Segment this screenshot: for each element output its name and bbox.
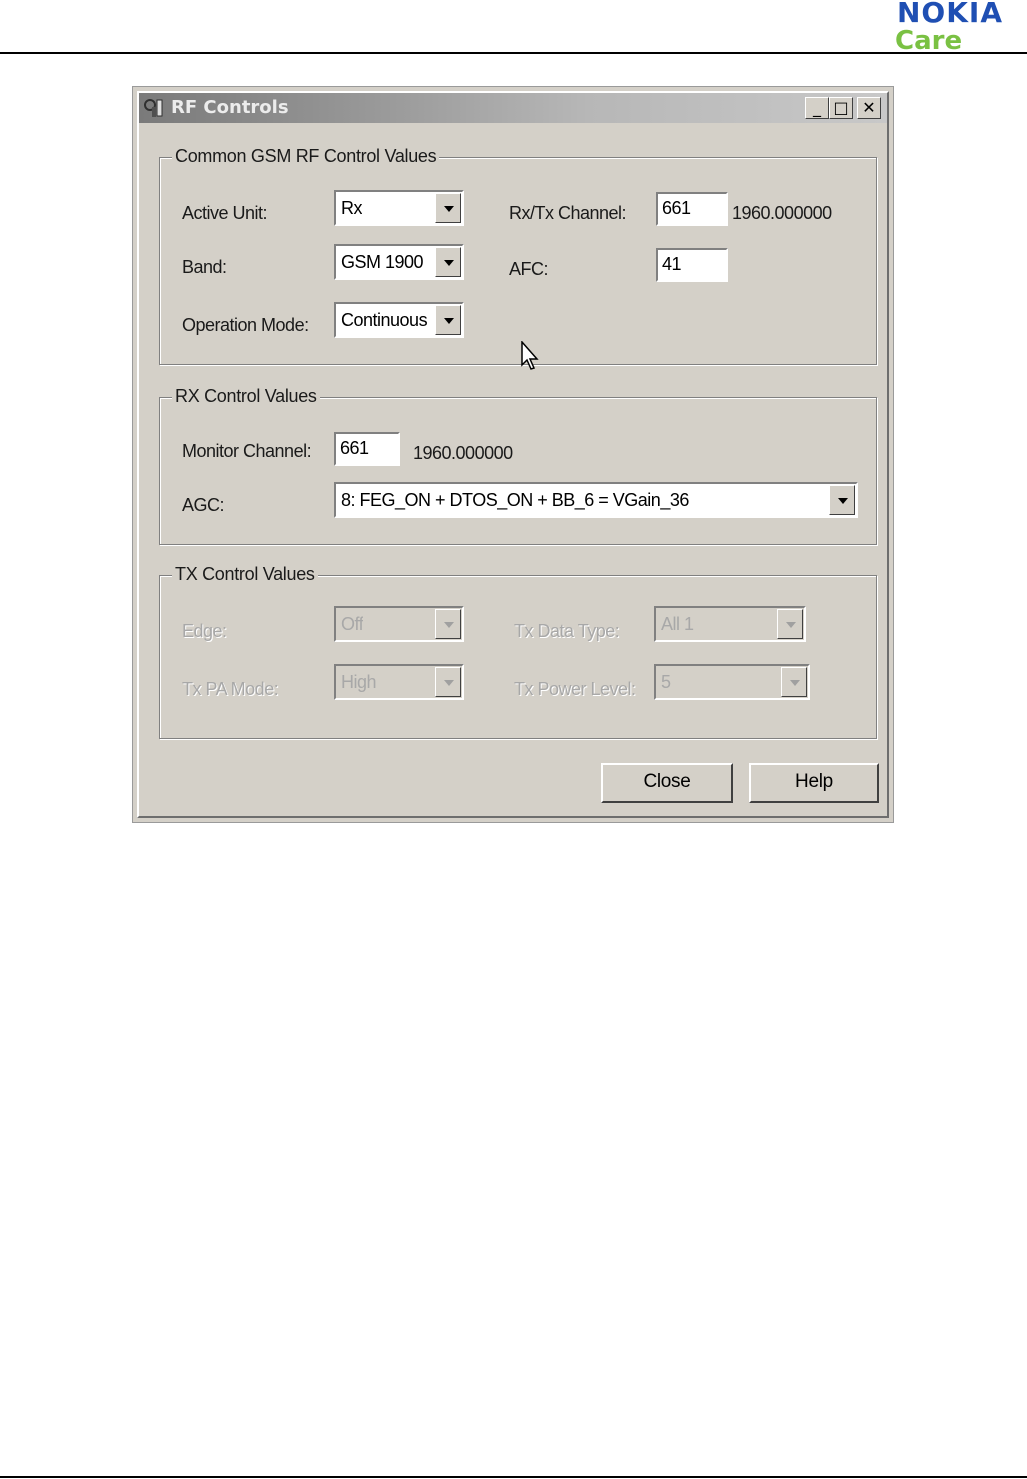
tx-power-level-label: Tx Power Level:: [514, 679, 636, 699]
close-button[interactable]: Close: [601, 763, 733, 803]
agc-value: 8: FEG_ON + DTOS_ON + BB_6 = VGain_36: [341, 490, 689, 510]
common-group-title: Common GSM RF Control Values: [172, 145, 440, 167]
edge-label: Edge:: [182, 621, 227, 641]
footer-rule: [0, 1476, 1027, 1478]
nokia-care-logo: NOKIA Care: [895, 0, 1025, 56]
active-unit-combo[interactable]: Rx: [334, 190, 464, 226]
care-wordmark: Care: [895, 26, 963, 56]
close-icon: ✕: [862, 98, 876, 117]
active-unit-label: Active Unit:: [182, 203, 268, 223]
tx-data-type-combo[interactable]: All 1: [654, 606, 806, 642]
minimize-button[interactable]: _: [805, 97, 829, 119]
screenshot-frame: RF Controls _ □ ✕ Common GSM RF Control …: [132, 86, 894, 823]
help-button[interactable]: Help: [749, 763, 879, 803]
monitor-channel-input[interactable]: 661: [334, 432, 400, 466]
active-unit-value: Rx: [341, 198, 362, 218]
window-title: RF Controls: [171, 97, 289, 118]
operation-mode-combo[interactable]: Continuous: [334, 302, 464, 338]
rf-tools-icon: [144, 99, 163, 117]
afc-label: AFC:: [509, 259, 549, 279]
tx-data-type-value: All 1: [661, 614, 694, 634]
mouse-cursor-icon: [521, 341, 539, 370]
agc-combo[interactable]: 8: FEG_ON + DTOS_ON + BB_6 = VGain_36: [334, 482, 858, 518]
chevron-down-icon[interactable]: [435, 305, 461, 335]
close-window-button[interactable]: ✕: [857, 97, 881, 119]
tx-group-title: TX Control Values: [172, 563, 318, 585]
rxtx-channel-label: Rx/Tx Channel:: [509, 203, 627, 223]
tx-power-level-combo[interactable]: 5: [654, 664, 810, 700]
rxtx-channel-input[interactable]: 661: [656, 192, 728, 226]
header-rule: [0, 52, 1027, 54]
monitor-frequency: 1960.000000: [413, 443, 513, 463]
rx-group-title: RX Control Values: [172, 385, 320, 407]
operation-mode-value: Continuous: [341, 310, 428, 330]
afc-input[interactable]: 41: [656, 248, 728, 282]
maximize-icon: □: [833, 98, 849, 117]
tx-control-group: TX Control Values Edge: Off Tx PA Mode: …: [159, 563, 877, 739]
nokia-wordmark: NOKIA: [897, 0, 1004, 29]
chevron-down-icon[interactable]: [781, 667, 807, 697]
tx-power-level-value: 5: [661, 672, 671, 692]
edge-combo[interactable]: Off: [334, 606, 464, 642]
band-combo[interactable]: GSM 1900: [334, 244, 464, 280]
title-bar[interactable]: RF Controls _ □ ✕: [139, 93, 887, 123]
edge-value: Off: [341, 614, 364, 634]
monitor-channel-label: Monitor Channel:: [182, 441, 312, 461]
tx-data-type-label: Tx Data Type:: [514, 621, 620, 641]
rxtx-frequency: 1960.000000: [732, 203, 832, 223]
chevron-down-icon[interactable]: [435, 667, 461, 697]
rf-controls-window: RF Controls _ □ ✕ Common GSM RF Control …: [137, 91, 889, 818]
maximize-button[interactable]: □: [829, 97, 853, 119]
tx-pa-mode-value: High: [341, 672, 377, 692]
chevron-down-icon[interactable]: [435, 247, 461, 277]
rx-control-group: RX Control Values Monitor Channel: 661 1…: [159, 385, 877, 545]
chevron-down-icon[interactable]: [435, 609, 461, 639]
chevron-down-icon[interactable]: [829, 485, 855, 515]
tx-pa-mode-label: Tx PA Mode:: [182, 679, 279, 699]
chevron-down-icon[interactable]: [777, 609, 803, 639]
operation-mode-label: Operation Mode:: [182, 315, 309, 335]
band-label: Band:: [182, 257, 227, 277]
chevron-down-icon[interactable]: [435, 193, 461, 223]
minimize-icon: _: [813, 98, 821, 117]
common-gsm-group: Common GSM RF Control Values Active Unit…: [159, 145, 877, 365]
band-value: GSM 1900: [341, 252, 424, 272]
tx-pa-mode-combo[interactable]: High: [334, 664, 464, 700]
agc-label: AGC:: [182, 495, 225, 515]
